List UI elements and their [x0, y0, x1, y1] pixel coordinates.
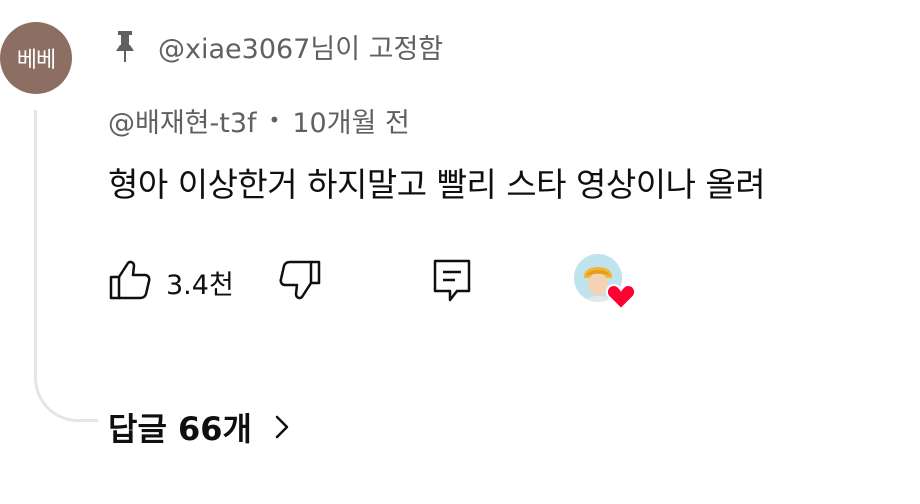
avatar-initials: 베베: [16, 48, 56, 73]
pin-icon: [112, 28, 142, 64]
dislike-button[interactable]: [278, 254, 322, 310]
author-handle[interactable]: @배재현-t3f: [108, 101, 257, 140]
pinned-indicator: @xiae3067님이 고정함: [112, 26, 443, 66]
view-replies-button[interactable]: 답글 66개: [108, 402, 290, 452]
comment-actions: 3.4천: [108, 254, 648, 312]
comment-body: 형아 이상한거 하지말고 빨리 스타 영상이나 올려: [108, 165, 766, 204]
replies-count-label: 답글 66개: [108, 410, 252, 448]
thumb-down-icon: [278, 258, 322, 306]
like-button[interactable]: 3.4천: [108, 254, 234, 310]
creator-heart-badge: [574, 254, 638, 312]
reply-button[interactable]: [430, 254, 474, 310]
thumb-up-icon: [108, 258, 152, 306]
pinned-by-label: @xiae3067님이 고정함: [158, 33, 444, 65]
comment-timestamp[interactable]: 10개월 전: [292, 101, 409, 140]
heart-icon: [605, 282, 637, 311]
meta-separator: •: [268, 108, 281, 132]
chevron-right-icon: [274, 413, 290, 441]
comment-meta: @배재현-t3f • 10개월 전: [108, 100, 410, 140]
reply-thread-line: [34, 110, 98, 422]
commenter-avatar[interactable]: 베베: [0, 22, 72, 94]
reply-comment-icon: [430, 256, 474, 308]
like-count: 3.4천: [166, 269, 234, 301]
